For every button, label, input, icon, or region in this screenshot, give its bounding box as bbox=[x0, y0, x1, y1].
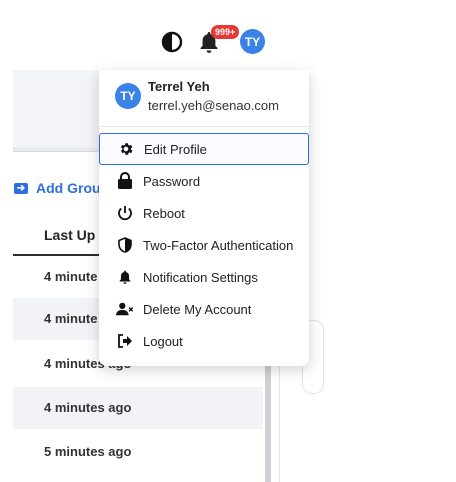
menu-item-label: Edit Profile bbox=[144, 141, 207, 157]
menu-item-two-factor-auth[interactable]: Two-Factor Authentication bbox=[99, 229, 309, 261]
user-avatar-button[interactable]: TY bbox=[240, 29, 265, 54]
gear-icon bbox=[117, 140, 135, 158]
column-header-last-updated[interactable]: Last Up bbox=[44, 227, 95, 243]
menu-item-logout[interactable]: Logout bbox=[99, 325, 309, 357]
add-group-link[interactable]: ➔ Add Grou bbox=[14, 180, 101, 196]
menu-item-reboot[interactable]: Reboot bbox=[99, 197, 309, 229]
user-menu-dropdown: TY Terrel Yeh terrel.yeh@senao.com Edit … bbox=[99, 70, 309, 366]
add-icon: ➔ bbox=[14, 182, 28, 194]
row-time: 4 minute bbox=[44, 311, 98, 326]
notification-count-badge: 999+ bbox=[211, 25, 240, 39]
menu-item-label: Notification Settings bbox=[143, 269, 258, 285]
row-time: 5 minutes ago bbox=[44, 444, 132, 459]
add-group-label: Add Grou bbox=[36, 180, 101, 196]
avatar: TY bbox=[115, 83, 141, 109]
contrast-icon[interactable] bbox=[160, 30, 184, 54]
shield-icon bbox=[116, 236, 134, 254]
bell-icon bbox=[116, 268, 134, 286]
menu-item-label: Password bbox=[143, 173, 201, 189]
row-time: 4 minutes ago bbox=[44, 400, 132, 415]
table-row[interactable]: 5 minutes ago bbox=[13, 431, 263, 473]
user-info: TY Terrel Yeh terrel.yeh@senao.com bbox=[99, 70, 309, 126]
menu-item-delete-account[interactable]: Delete My Account bbox=[99, 293, 309, 325]
power-icon bbox=[116, 204, 134, 222]
menu-item-label: Delete My Account bbox=[143, 301, 252, 317]
lock-icon bbox=[116, 172, 134, 190]
top-bar: 999+ TY bbox=[0, 0, 456, 70]
menu-divider bbox=[99, 126, 309, 127]
user-delete-icon bbox=[116, 300, 134, 318]
user-name: Terrel Yeh bbox=[148, 79, 210, 94]
logout-icon bbox=[116, 332, 134, 350]
menu-item-label: Logout bbox=[143, 333, 183, 349]
user-email: terrel.yeh@senao.com bbox=[148, 98, 279, 113]
table-row[interactable]: 4 minutes ago bbox=[13, 387, 263, 429]
menu-item-edit-profile[interactable]: Edit Profile bbox=[99, 133, 309, 165]
menu-item-label: Two-Factor Authentication bbox=[143, 237, 294, 253]
menu-item-password[interactable]: Password bbox=[99, 165, 309, 197]
row-time: 4 minute bbox=[44, 269, 98, 284]
menu-item-notification-settings[interactable]: Notification Settings bbox=[99, 261, 309, 293]
menu-item-label: Reboot bbox=[143, 205, 185, 221]
